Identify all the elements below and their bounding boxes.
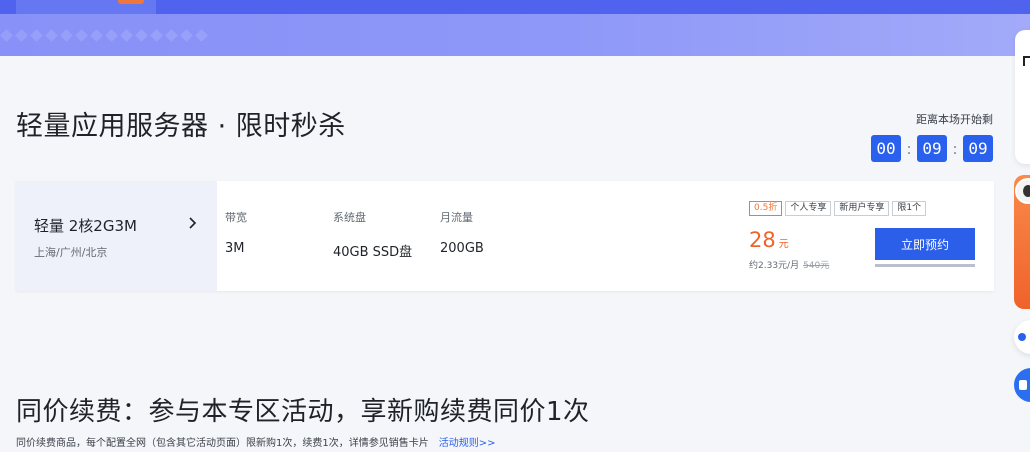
- product-tags: 0.5折 个人专享 新用户专享 限1个: [749, 201, 927, 216]
- banner-diamond: [15, 29, 28, 42]
- countdown-hours: 00: [871, 135, 901, 162]
- spec-value: 40GB SSD盘: [333, 245, 413, 260]
- tag-personal: 个人专享: [785, 201, 832, 216]
- floating-help-icon[interactable]: [1014, 320, 1030, 354]
- stock-progress-fill: [875, 264, 975, 267]
- price-detail: 约2.33元/月 540元: [749, 258, 829, 271]
- banner-diamond: [30, 29, 43, 42]
- hero-banner: [0, 14, 1030, 56]
- top-nav-active-tab[interactable]: [16, 0, 156, 14]
- countdown-seconds: 09: [963, 135, 993, 162]
- countdown-label: 距离本场开始剩: [916, 113, 993, 126]
- spec-monthly-traffic: 月流量 200GB: [440, 209, 484, 256]
- floating-panel[interactable]: [1015, 30, 1030, 164]
- monthly-price: 约2.33元/月: [749, 261, 800, 271]
- tag-new-user: 新用户专享: [834, 201, 890, 216]
- stock-progress: [875, 264, 975, 267]
- banner-diamond: [105, 29, 118, 42]
- price: 28 元: [749, 228, 789, 252]
- product-regions: 上海/广州/北京: [34, 246, 108, 259]
- countdown-separator: :: [952, 139, 958, 158]
- same-price-renewal-note: 同价续费商品，每个配置全网（包含其它活动页面）限新购1次，续费1次，详情参见销售…: [16, 434, 496, 449]
- spec-value: 200GB: [440, 241, 484, 256]
- price-unit: 元: [778, 239, 789, 250]
- original-price: 540元: [803, 261, 830, 271]
- product-card: 轻量 2核2G3M 上海/广州/北京 带宽 3M 系统盘 40GB SSD盘 月…: [16, 181, 994, 291]
- floating-service-icon[interactable]: [1014, 368, 1030, 402]
- tag-limit: 限1个: [892, 201, 927, 216]
- spec-bandwidth: 带宽 3M: [225, 209, 247, 256]
- banner-diamond: [165, 29, 178, 42]
- active-tab-indicator: [118, 0, 144, 4]
- panel-glyph-icon: [1023, 56, 1030, 66]
- activity-rules-link[interactable]: 活动规则>>: [439, 438, 496, 449]
- banner-diamond: [180, 29, 193, 42]
- banner-diamond: [195, 29, 208, 42]
- price-value: 28: [749, 228, 776, 252]
- countdown-timer: 00 : 09 : 09: [871, 135, 993, 162]
- product-selector[interactable]: 轻量 2核2G3M 上海/广州/北京: [16, 181, 217, 291]
- banner-diamond: [120, 29, 133, 42]
- spec-label: 带宽: [225, 211, 247, 224]
- countdown-separator: :: [906, 139, 912, 158]
- banner-diamond: [45, 29, 58, 42]
- banner-diamond: [0, 29, 13, 42]
- spec-value: 3M: [225, 241, 245, 256]
- banner-diamond: [135, 29, 148, 42]
- spec-label: 系统盘: [333, 211, 366, 224]
- countdown-minutes: 09: [917, 135, 947, 162]
- reserve-button[interactable]: 立即预约: [875, 228, 975, 260]
- product-name: 轻量 2核2G3M: [34, 217, 137, 235]
- banner-diamond: [90, 29, 103, 42]
- banner-diamond: [75, 29, 88, 42]
- flash-sale-title: 轻量应用服务器 · 限时秒杀: [16, 111, 346, 142]
- spec-system-disk: 系统盘 40GB SSD盘: [333, 209, 412, 260]
- same-price-renewal-title: 同价续费：参与本专区活动，享新购续费同价1次: [16, 397, 590, 427]
- spec-label: 月流量: [440, 211, 473, 224]
- banner-diamond: [60, 29, 73, 42]
- chevron-right-icon: [189, 217, 197, 229]
- banner-diamond: [150, 29, 163, 42]
- renewal-note-text: 同价续费商品，每个配置全网（包含其它活动页面）限新购1次，续费1次，详情参见销售…: [16, 438, 429, 449]
- discount-badge: 0.5折: [749, 201, 783, 216]
